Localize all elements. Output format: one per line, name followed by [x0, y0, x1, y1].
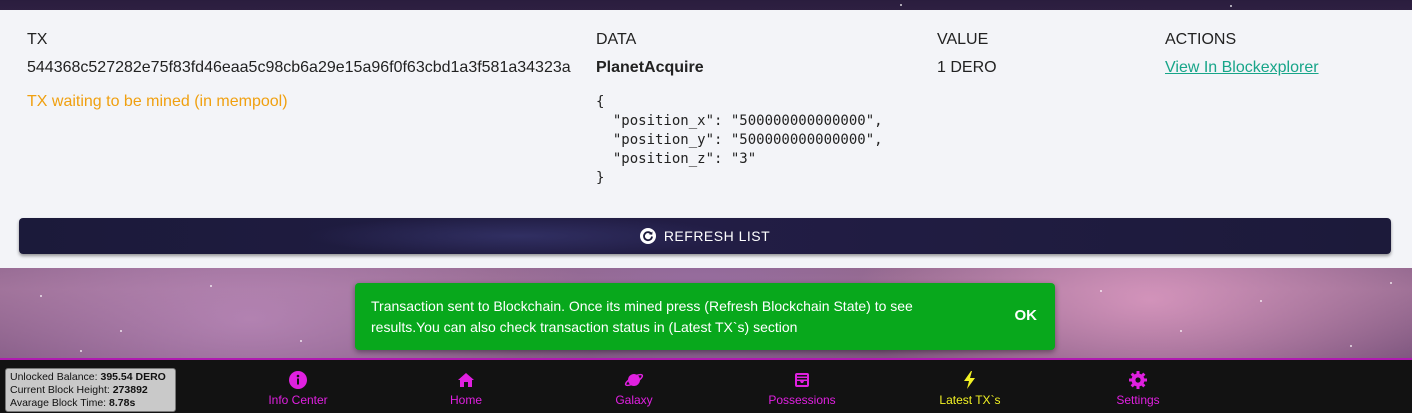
data-header: DATA	[596, 31, 637, 48]
nav-latest-txs-label: Latest TX`s	[939, 393, 1001, 407]
gear-icon	[1129, 371, 1147, 389]
notification-toast: Transaction sent to Blockchain. Once its…	[355, 283, 1055, 350]
nav-home[interactable]: Home	[406, 370, 526, 407]
block-height-label: Current Block Height:	[10, 384, 110, 396]
toast-message: Transaction sent to Blockchain. Once its…	[371, 298, 913, 335]
actions-column: ACTIONS View In Blockexplorer	[1165, 30, 1385, 78]
refresh-list-button[interactable]: REFRESH LIST	[19, 218, 1391, 254]
nav-settings-label: Settings	[1116, 393, 1160, 407]
data-title: PlanetAcquire	[596, 59, 704, 76]
nav-possessions[interactable]: Possessions	[742, 370, 862, 407]
block-height-line: Current Block Height: 273892	[10, 384, 171, 397]
info-icon	[289, 371, 307, 389]
inbox-icon	[795, 373, 809, 387]
tx-hash: 544368c527282e75f83fd46eaa5c98cb6a29e15a…	[27, 59, 571, 76]
value-column: VALUE 1 DERO	[937, 30, 1137, 78]
home-icon	[458, 373, 474, 387]
nav-info-center[interactable]: Info Center	[238, 370, 358, 407]
balance-label: Unlocked Balance:	[10, 371, 98, 383]
refresh-icon	[639, 228, 656, 244]
bottom-navigation: Unlocked Balance: 395.54 DERO Current Bl…	[0, 358, 1412, 413]
nav-galaxy-label: Galaxy	[615, 393, 653, 407]
tx-value: 1 DERO	[937, 59, 997, 76]
lightning-icon	[964, 371, 975, 389]
block-time-line: Avarage Block Time: 8.78s	[10, 397, 171, 410]
toast-ok-button[interactable]: OK	[1015, 307, 1038, 324]
chain-status-box: Unlocked Balance: 395.54 DERO Current Bl…	[5, 368, 176, 412]
tx-status: TX waiting to be mined (in mempool)	[27, 93, 288, 110]
value-header: VALUE	[937, 31, 989, 48]
block-time-label: Avarage Block Time:	[10, 397, 107, 409]
nav-info-center-label: Info Center	[268, 393, 328, 407]
nav-possessions-label: Possessions	[768, 393, 836, 407]
view-in-blockexplorer-link[interactable]: View In Blockexplorer	[1165, 58, 1385, 78]
tx-column: TX 544368c527282e75f83fd46eaa5c98cb6a29e…	[27, 30, 587, 112]
planet-icon	[624, 373, 644, 387]
nav-settings[interactable]: Settings	[1078, 370, 1198, 407]
tx-header: TX	[27, 31, 48, 48]
block-time-value: 8.78s	[109, 397, 136, 409]
balance-line: Unlocked Balance: 395.54 DERO	[10, 371, 171, 384]
nav-latest-txs[interactable]: Latest TX`s	[910, 370, 1030, 407]
transaction-panel: TX 544368c527282e75f83fd46eaa5c98cb6a29e…	[0, 10, 1412, 268]
balance-value: 395.54 DERO	[100, 371, 166, 383]
block-height-value: 273892	[112, 384, 148, 396]
refresh-list-label: REFRESH LIST	[663, 228, 771, 244]
data-json: { "position_x": "500000000000000", "posi…	[596, 94, 883, 186]
nav-galaxy[interactable]: Galaxy	[574, 370, 694, 407]
data-column: DATA PlanetAcquire { "position_x": "5000…	[596, 30, 916, 188]
nav-home-label: Home	[449, 393, 482, 407]
actions-header: ACTIONS	[1165, 31, 1237, 48]
